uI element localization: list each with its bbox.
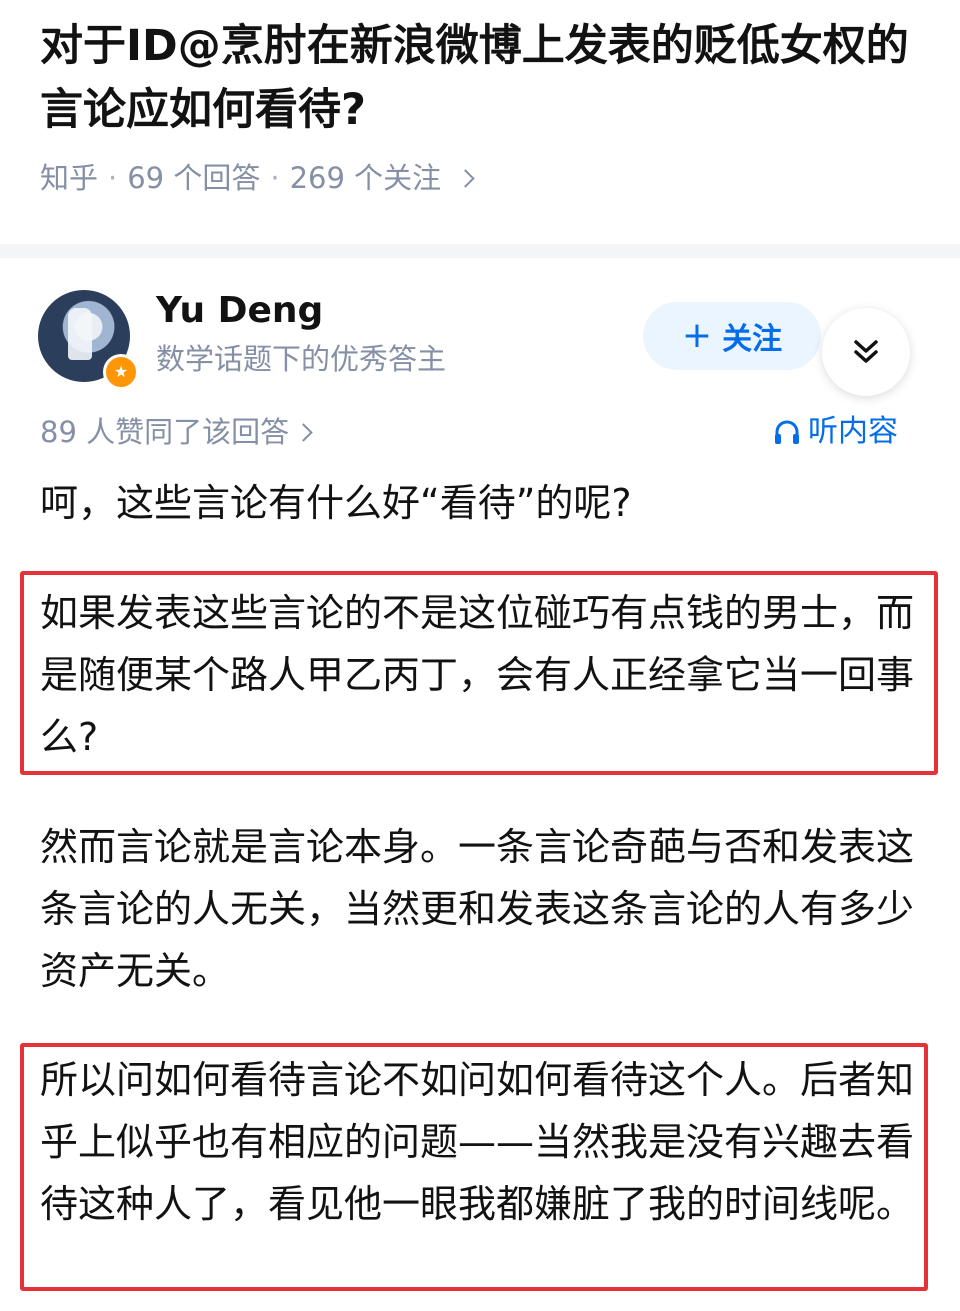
site-label: 知乎 — [40, 161, 99, 195]
author-name[interactable]: Yu Deng — [156, 288, 323, 334]
collapse-button[interactable] — [822, 308, 910, 396]
answer-paragraph: 所以问如何看待言论不如问如何看待这个人。后者知乎上似乎也有相应的问题——当然我是… — [40, 1058, 915, 1226]
answer-paragraph: 然而言论就是言论本身。一条言论奇葩与否和发表这条言论的人无关，当然更和发表这条言… — [40, 825, 915, 993]
avatar-figure — [68, 308, 92, 360]
author-description: 数学话题下的优秀答主 — [156, 342, 447, 376]
listen-label: 听内容 — [808, 414, 898, 449]
section-divider — [0, 244, 960, 258]
answer-count: 69 个回答 — [127, 161, 261, 195]
double-chevron-down-icon — [854, 340, 878, 363]
follow-label: 关注 — [722, 322, 783, 357]
chevron-right-icon — [456, 168, 475, 188]
question-meta[interactable]: 知乎 · 69 个回答 · 269 个关注 — [40, 156, 475, 200]
meta-separator: · — [108, 161, 118, 195]
follow-button[interactable]: + 关注 — [643, 302, 821, 370]
listen-button[interactable]: 听内容 — [772, 410, 898, 454]
follower-count: 269 个关注 — [289, 161, 442, 195]
badge-star-icon: ★ — [103, 354, 139, 390]
meta-separator: · — [270, 161, 280, 195]
chevron-right-icon — [294, 422, 313, 442]
question-title[interactable]: 对于ID@烹肘在新浪微博上发表的贬低女权的言论应如何看待? — [40, 14, 920, 142]
likes-summary[interactable]: 89 人赞同了该回答 — [40, 410, 313, 454]
likes-text: 89 人赞同了该回答 — [40, 415, 290, 449]
plus-icon: + — [681, 315, 713, 356]
answer-paragraph: 如果发表这些言论的不是这位碰巧有点钱的男士，而是随便某个路人甲乙丙丁，会有人正经… — [40, 591, 915, 759]
headphones-icon — [775, 420, 799, 444]
answer-paragraph: 呵，这些言论有什么好“看待”的呢? — [40, 481, 632, 525]
